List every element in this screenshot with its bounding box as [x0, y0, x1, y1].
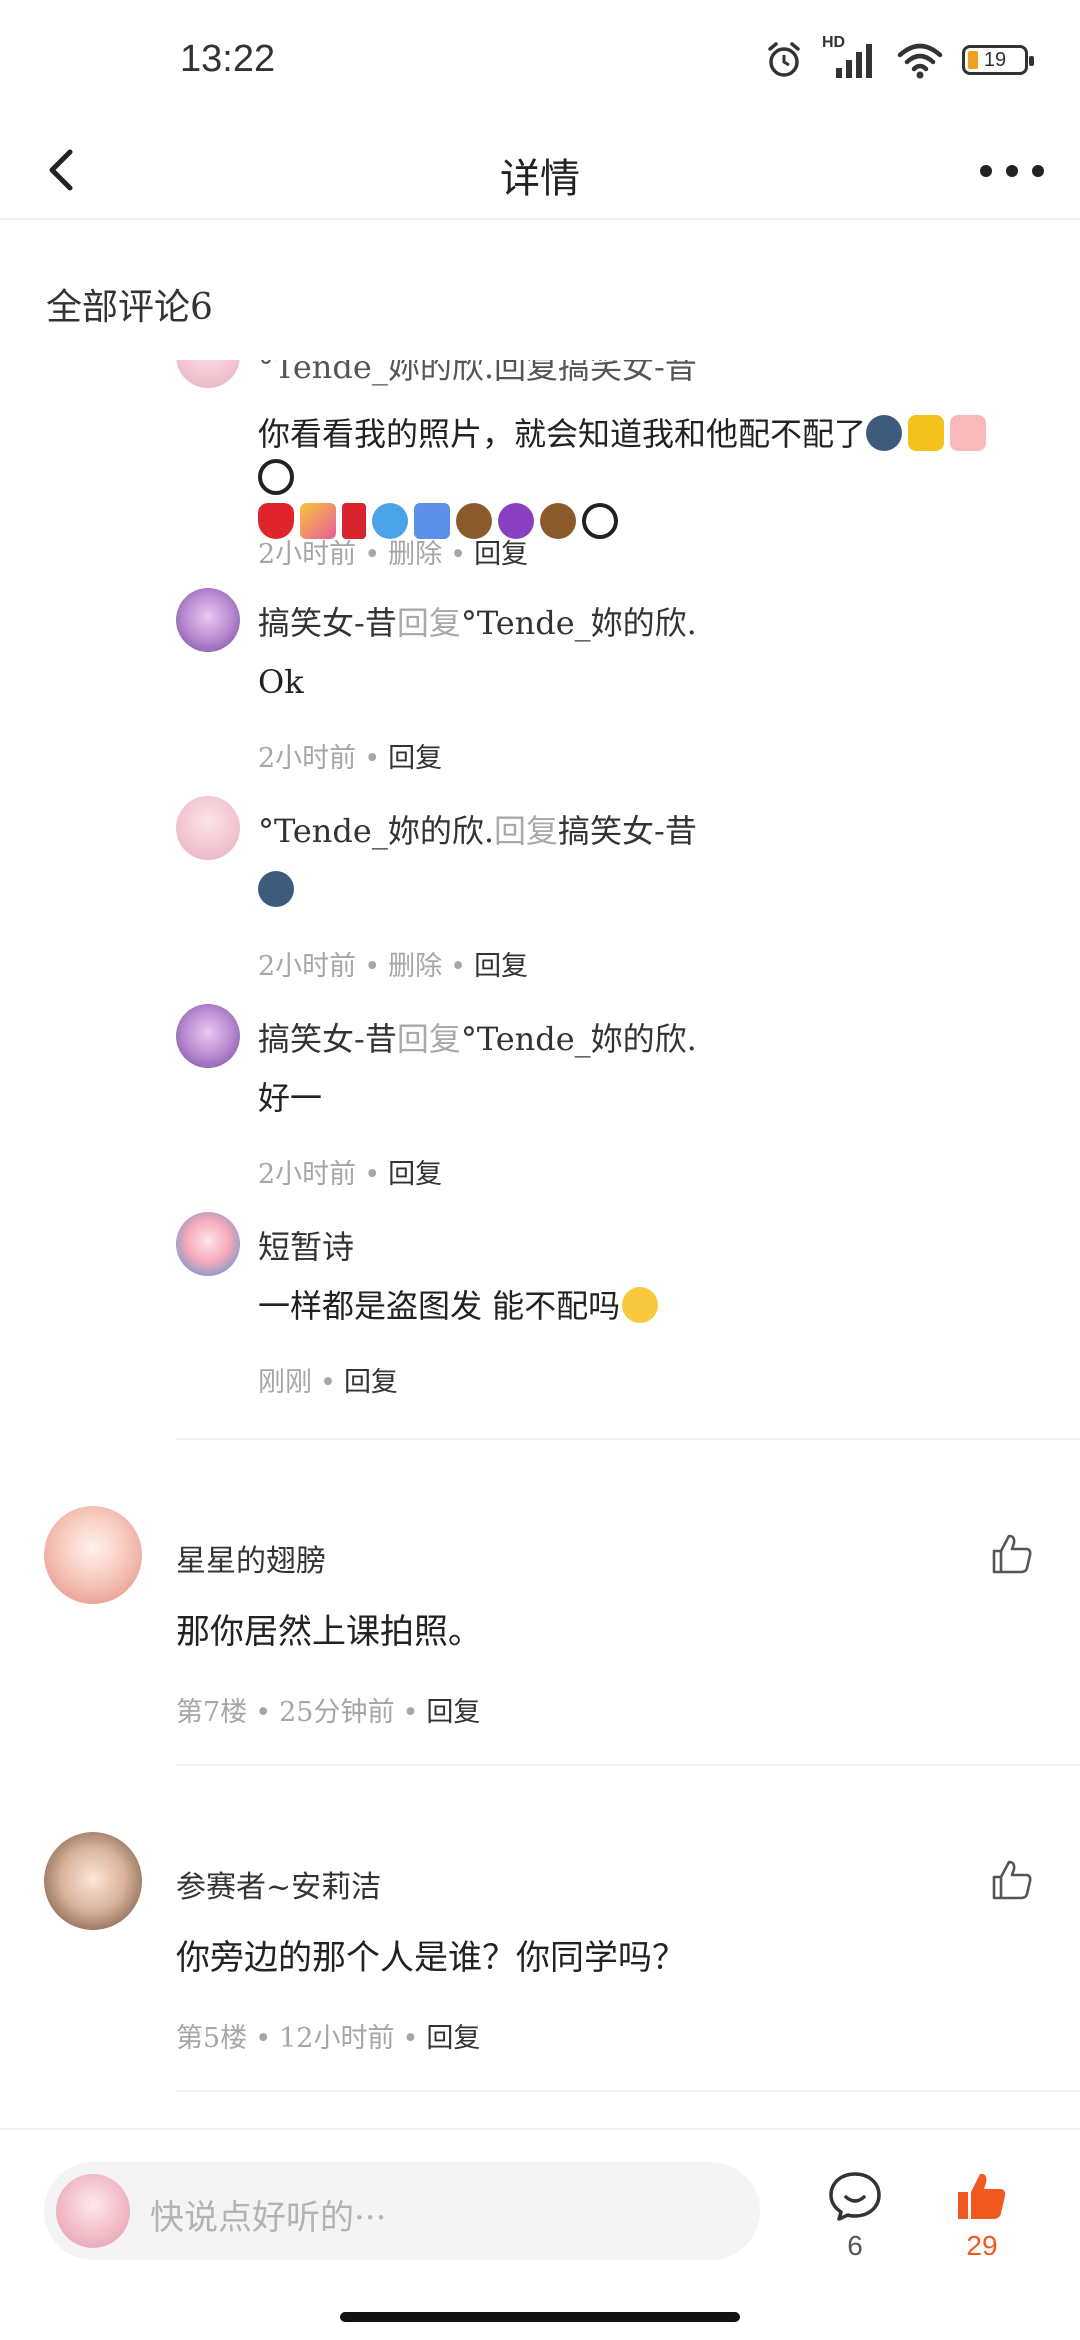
battery-level: 19 — [983, 48, 1007, 71]
home-indicator[interactable] — [340, 2312, 740, 2322]
avatar[interactable] — [176, 1212, 240, 1276]
thumb-up-icon[interactable] — [990, 1532, 1034, 1576]
reply-target[interactable]: 搞笑女-昔 — [558, 812, 697, 850]
hand-emoji-icon — [908, 415, 945, 451]
reply-author[interactable]: °Tende_妳的欣. — [258, 812, 494, 850]
page-title: 详情 — [500, 156, 580, 202]
pig-emoji-icon — [950, 415, 987, 451]
reply-meta: 2小时前 • 删除 • 回复 — [258, 539, 529, 570]
reply-header: °Tende_妳的欣.回复搞笑女-昔 — [258, 360, 697, 386]
reply-text: 你看看我的照片，就会知道我和他配不配了 — [258, 412, 1018, 544]
reply-meta: 刚刚 • 回复 — [258, 1367, 398, 1398]
battery-icon: 19 — [962, 45, 1034, 75]
more-icon — [980, 165, 992, 177]
comment-text: 那你居然上课拍照。 — [176, 1612, 482, 1652]
status-time: 13:22 — [180, 38, 276, 80]
thumb-up-icon[interactable] — [990, 1858, 1034, 1902]
reply-author[interactable]: 短暂诗 — [258, 1222, 354, 1268]
comment-text: 你旁边的那个人是谁？你同学吗？ — [176, 1938, 686, 1978]
reply-meta: 2小时前 • 回复 — [258, 1159, 443, 1190]
status-bar: 13:22 HD 19 — [0, 0, 1080, 120]
reply-author[interactable]: 搞笑女-昔 — [258, 604, 397, 642]
more-button[interactable] — [980, 156, 1044, 186]
reply-meta: 2小时前 • 删除 • 回复 — [258, 951, 529, 982]
like-button[interactable]: 29 — [942, 2170, 1022, 2262]
comments-section-title: 全部评论6 — [46, 287, 213, 328]
reply-button[interactable]: 回复 — [388, 743, 442, 774]
reply-button[interactable]: 回复 — [344, 1367, 398, 1398]
avatar[interactable] — [176, 1004, 240, 1068]
reply-item: 搞笑女-昔回复°Tende_妳的欣. Ok 2小时前 • 回复 — [0, 588, 1080, 788]
reply-text: 一样都是盗图发 能不配吗 — [258, 1284, 1018, 1328]
avatar[interactable] — [176, 360, 240, 388]
comment-author[interactable]: 参赛者~安莉洁 — [176, 1862, 381, 1906]
divider — [176, 1764, 1080, 1766]
reply-header: 搞笑女-昔回复°Tende_妳的欣. — [258, 1020, 697, 1058]
soccer-emoji-icon — [582, 503, 618, 539]
delete-button[interactable]: 删除 — [388, 539, 442, 570]
floor-number: 第7楼 — [176, 1697, 248, 1728]
reply-text: Ok — [258, 663, 304, 701]
laughing-emoji-icon — [622, 1287, 659, 1323]
reply-button[interactable]: 回复 — [388, 1159, 442, 1190]
top-nav-bar: 详情 — [0, 120, 1080, 220]
comment-feed[interactable]: °Tende_妳的欣.回复搞笑女-昔 你看看我的照片，就会知道我和他配不配了 2… — [0, 360, 1080, 2130]
delete-button[interactable]: 删除 — [388, 951, 442, 982]
poop-emoji-icon — [540, 503, 576, 539]
comment-meta: 第7楼 • 25分钟前 • 回复 — [176, 1697, 481, 1728]
comments-button[interactable]: 6 — [815, 2170, 895, 2262]
divider — [176, 2090, 1080, 2092]
reply-item: 短暂诗 一样都是盗图发 能不配吗 刚刚 • 回复 — [0, 1212, 1080, 1412]
avatar[interactable] — [176, 796, 240, 860]
divider — [176, 1438, 1080, 1440]
floor-number: 第5楼 — [176, 2023, 248, 2054]
reply-header: 搞笑女-昔回复°Tende_妳的欣. — [258, 604, 697, 642]
moon-emoji-icon — [866, 415, 903, 451]
reply-item: °Tende_妳的欣.回复搞笑女-昔 2小时前 • 删除 • 回复 — [0, 796, 1080, 996]
reply-meta: 2小时前 • 回复 — [258, 743, 443, 774]
reply-text: 好一 — [258, 1079, 323, 1117]
reply-button[interactable]: 回复 — [426, 2023, 480, 2054]
comment-bubble-icon — [829, 2172, 881, 2221]
comment-input[interactable]: 快说点好听的··· — [44, 2162, 760, 2260]
reply-item: 搞笑女-昔回复°Tende_妳的欣. 好一 2小时前 • 回复 — [0, 1004, 1080, 1204]
comment-meta: 第5楼 • 12小时前 • 回复 — [176, 2023, 481, 2054]
reply-author[interactable]: 搞笑女-昔 — [258, 1020, 397, 1058]
avatar[interactable] — [44, 1832, 142, 1930]
like-count: 29 — [966, 2230, 998, 2261]
avatar[interactable] — [44, 1506, 142, 1604]
my-avatar — [56, 2174, 130, 2248]
comment-author[interactable]: 星星的翅膀 — [176, 1536, 326, 1580]
status-icons: HD 19 — [764, 34, 1034, 80]
panda-emoji-icon — [258, 459, 294, 495]
reply-button[interactable]: 回复 — [426, 1697, 480, 1728]
moon-emoji-icon — [258, 871, 294, 907]
wifi-icon — [897, 43, 943, 79]
reply-target[interactable]: °Tende_妳的欣. — [461, 604, 697, 642]
reply-button[interactable]: 回复 — [474, 539, 528, 570]
avatar[interactable] — [176, 588, 240, 652]
reply-header: °Tende_妳的欣.回复搞笑女-昔 — [258, 812, 697, 850]
signal-icon: HD — [822, 34, 878, 80]
reply-target[interactable]: °Tende_妳的欣. — [461, 1020, 697, 1058]
alarm-icon — [768, 42, 800, 77]
comment-count: 6 — [847, 2230, 863, 2261]
reply-button[interactable]: 回复 — [474, 951, 528, 982]
thumb-up-filled-icon — [958, 2173, 1006, 2219]
comment-input-placeholder: 快说点好听的··· — [150, 2198, 387, 2238]
reply-item: °Tende_妳的欣.回复搞笑女-昔 你看看我的照片，就会知道我和他配不配了 2… — [0, 360, 1080, 570]
reply-text — [258, 868, 1018, 912]
bottom-comment-bar: 快说点好听的··· 6 29 — [0, 2128, 1080, 2340]
